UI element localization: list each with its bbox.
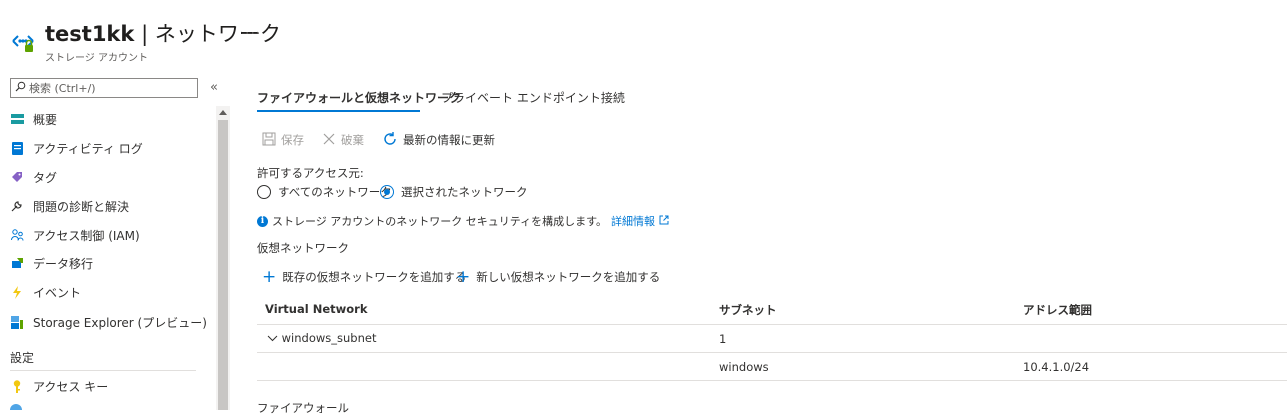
info-icon: i bbox=[257, 215, 268, 227]
overview-icon bbox=[10, 112, 24, 126]
sidebar-item-tags[interactable]: タグ bbox=[10, 166, 57, 188]
collapse-sidebar-button[interactable]: « bbox=[210, 80, 218, 95]
table-row[interactable]: windows 10.4.1.0/24 bbox=[257, 353, 1287, 381]
sidebar-item-access-keys[interactable]: アクセス キー bbox=[10, 375, 108, 397]
sidebar-item-storage-explorer[interactable]: Storage Explorer (プレビュー) bbox=[10, 311, 207, 333]
sidebar-section-settings: 設定 bbox=[10, 351, 35, 365]
lightning-icon bbox=[10, 285, 24, 299]
refresh-icon bbox=[382, 131, 398, 150]
discard-button[interactable]: 破棄 bbox=[322, 131, 364, 149]
sidebar-item-label: アクセス制御 (IAM) bbox=[33, 228, 140, 243]
sidebar-item-partial-icon bbox=[10, 404, 24, 410]
chevron-down-icon bbox=[267, 331, 282, 345]
sidebar-scrollbar[interactable] bbox=[216, 106, 230, 410]
save-icon bbox=[262, 132, 276, 149]
add-existing-vnet-label: 既存の仮想ネットワークを追加する bbox=[282, 270, 467, 284]
sidebar-item-diagnose[interactable]: 問題の診断と解決 bbox=[10, 195, 129, 217]
radio-button-selected[interactable] bbox=[380, 185, 394, 199]
sidebar-item-label: 問題の診断と解決 bbox=[33, 199, 130, 214]
info-text: ストレージ アカウントのネットワーク セキュリティを構成します。 bbox=[272, 215, 608, 228]
tab-private-endpoints[interactable]: プライベート エンドポイント接続 bbox=[441, 89, 625, 106]
key-icon bbox=[10, 379, 24, 393]
refresh-label: 最新の情報に更新 bbox=[403, 133, 495, 147]
sidebar-item-label: データ移行 bbox=[33, 256, 94, 271]
allow-access-from-label: 許可するアクセス元: bbox=[257, 166, 364, 180]
sidebar-item-events[interactable]: イベント bbox=[10, 281, 81, 303]
subnet-name: windows bbox=[719, 360, 769, 374]
learn-more-link[interactable]: 詳細情報 bbox=[611, 213, 655, 229]
add-new-vnet-button[interactable]: + 新しい仮想ネットワークを追加する bbox=[456, 267, 661, 287]
active-tab-indicator bbox=[257, 110, 420, 112]
column-header-address-range: アドレス範囲 bbox=[1023, 303, 1092, 317]
sidebar-item-activity-log[interactable]: アクティビティ ログ bbox=[10, 137, 143, 159]
storage-explorer-icon bbox=[10, 315, 24, 329]
subnet-count: 1 bbox=[719, 332, 727, 346]
data-migration-icon bbox=[10, 256, 24, 270]
external-link-icon bbox=[659, 215, 669, 228]
sidebar-item-label: タグ bbox=[33, 170, 58, 185]
page-title-text: ネットワーク bbox=[154, 22, 281, 46]
radio-label: すべてのネットワーク bbox=[278, 185, 392, 199]
tag-icon bbox=[10, 170, 24, 184]
column-header-subnet: サブネット bbox=[719, 303, 777, 317]
radio-all-networks[interactable]: すべてのネットワーク bbox=[257, 184, 392, 200]
firewall-heading: ファイアウォール bbox=[257, 401, 349, 415]
radio-label: 選択されたネットワーク bbox=[401, 185, 528, 199]
add-new-vnet-label: 新しい仮想ネットワークを追加する bbox=[476, 270, 661, 284]
activity-log-icon bbox=[10, 141, 24, 155]
address-range: 10.4.1.0/24 bbox=[1023, 360, 1090, 374]
search-placeholder: 検索 (Ctrl+/) bbox=[29, 82, 96, 95]
search-icon bbox=[15, 81, 26, 95]
vnet-name: windows_subnet bbox=[281, 331, 377, 345]
radio-selected-networks[interactable]: 選択されたネットワーク bbox=[380, 184, 528, 200]
more-options-button[interactable]: ... bbox=[245, 22, 261, 38]
table-row[interactable]: windows_subnet 1 bbox=[257, 325, 1287, 353]
sidebar-item-label: イベント bbox=[33, 285, 82, 300]
refresh-button[interactable]: 最新の情報に更新 bbox=[382, 131, 495, 149]
column-header-vnet: Virtual Network bbox=[265, 302, 368, 316]
discard-label: 破棄 bbox=[341, 133, 364, 147]
scrollbar-thumb[interactable] bbox=[218, 120, 228, 410]
title-separator: | bbox=[141, 22, 149, 46]
tab-firewall-vnet[interactable]: ファイアウォールと仮想ネットワーク bbox=[257, 89, 461, 106]
expand-row-button[interactable]: windows_subnet bbox=[267, 331, 376, 345]
radio-button[interactable] bbox=[257, 185, 271, 199]
sidebar-item-overview[interactable]: 概要 bbox=[10, 108, 57, 130]
add-existing-vnet-button[interactable]: + 既存の仮想ネットワークを追加する bbox=[262, 267, 467, 287]
page-subtitle: ストレージ アカウント bbox=[45, 53, 148, 64]
storage-account-icon bbox=[10, 28, 36, 54]
plus-icon: + bbox=[456, 267, 471, 287]
resource-name: test1kk bbox=[45, 22, 135, 46]
sidebar-item-label: 概要 bbox=[33, 112, 58, 127]
sidebar-item-data-migration[interactable]: データ移行 bbox=[10, 252, 93, 274]
table-header-row: Virtual Network サブネット アドレス範囲 bbox=[257, 294, 1287, 325]
info-message: i ストレージ アカウントのネットワーク セキュリティを構成します。 詳細情報 bbox=[257, 213, 669, 229]
save-label: 保存 bbox=[281, 133, 304, 147]
section-divider bbox=[10, 370, 196, 371]
sidebar-search-input[interactable]: 検索 (Ctrl+/) bbox=[10, 78, 198, 98]
sidebar-item-iam[interactable]: アクセス制御 (IAM) bbox=[10, 224, 140, 246]
sidebar-item-label: アクティビティ ログ bbox=[33, 141, 143, 156]
scroll-up-arrow-icon[interactable] bbox=[219, 110, 227, 115]
vnet-heading: 仮想ネットワーク bbox=[257, 241, 349, 255]
sidebar-item-label: Storage Explorer (プレビュー) bbox=[33, 315, 207, 330]
save-button[interactable]: 保存 bbox=[262, 131, 304, 149]
people-icon bbox=[10, 228, 24, 242]
sidebar-item-label: アクセス キー bbox=[33, 379, 109, 394]
wrench-icon bbox=[10, 199, 24, 213]
discard-icon bbox=[322, 132, 336, 149]
plus-icon: + bbox=[262, 267, 277, 287]
